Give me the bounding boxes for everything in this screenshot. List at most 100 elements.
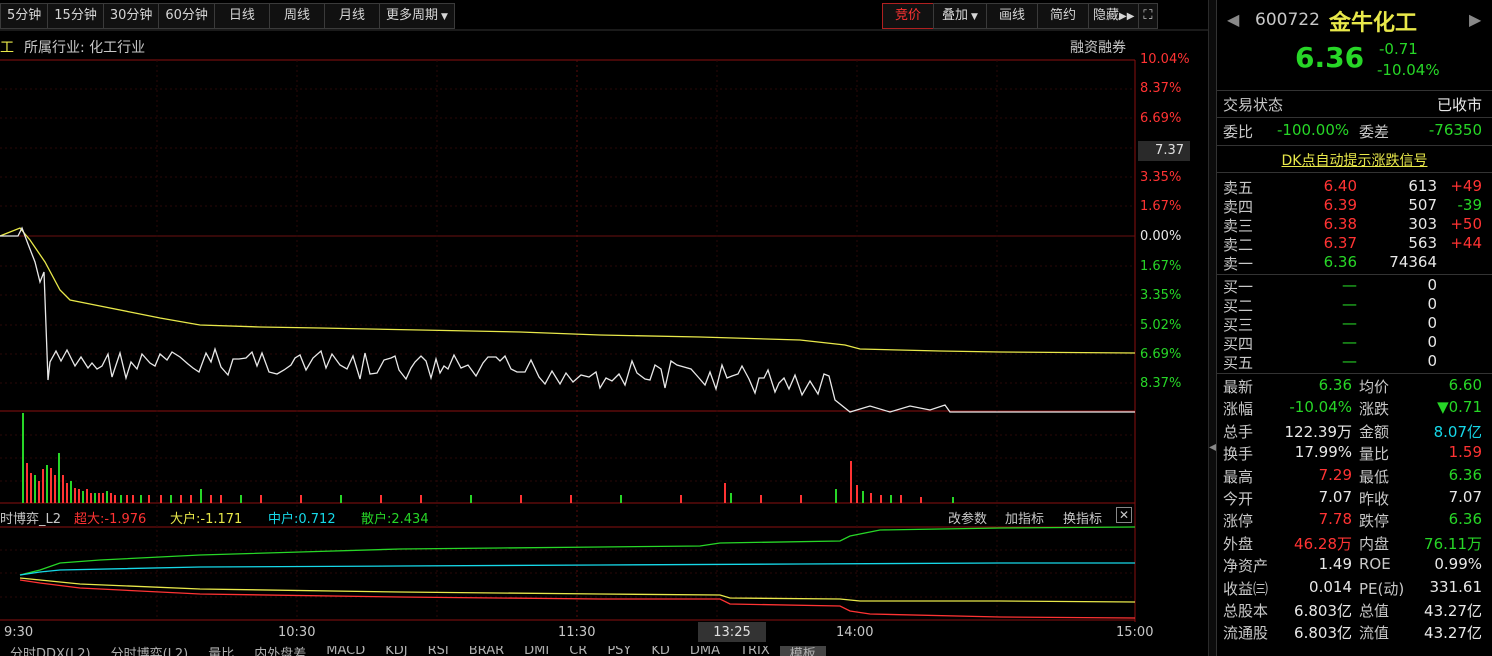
volume-bar	[106, 491, 108, 503]
bid-price: —	[1342, 276, 1357, 294]
volume-bar	[50, 468, 52, 503]
volume-bar	[120, 495, 122, 503]
bid-label: 买五	[1223, 354, 1254, 372]
stat-label: 均价	[1359, 378, 1390, 396]
stat-value: 0.014	[1309, 577, 1352, 596]
volume-bar	[140, 495, 142, 503]
close-icon[interactable]: ✕	[1116, 507, 1132, 523]
volume-bar	[54, 475, 56, 503]
dk-signal-link[interactable]: DK点自动提示涨跌信号	[1217, 150, 1492, 170]
switch-indicator-button[interactable]: 换指标	[1063, 508, 1102, 527]
stat-value: 7.78	[1318, 510, 1352, 529]
tab-indicator[interactable]: RSI	[418, 646, 459, 656]
stat-label: 总值	[1359, 602, 1390, 620]
volume-bar	[880, 495, 882, 503]
order-ratio-value: -100.00%	[1277, 121, 1350, 139]
stat-label: 流通股	[1223, 624, 1269, 643]
stat-value: 6.60	[1448, 376, 1482, 394]
stat-value: ▼0.71	[1437, 398, 1482, 417]
tab-indicator[interactable]: 分时博弈(L2)	[101, 646, 199, 656]
volume-bar	[114, 495, 116, 503]
ask-price: 6.36	[1323, 253, 1357, 271]
stat-label: 涨幅	[1223, 400, 1254, 419]
volume-bar	[220, 495, 222, 503]
tab-indicator[interactable]: 量比	[198, 646, 244, 656]
divider	[1217, 373, 1492, 374]
stat-value: 43.27亿	[1424, 602, 1482, 620]
stat-label: 换手	[1223, 445, 1254, 464]
tab-indicator[interactable]: CR	[559, 646, 597, 656]
stat-row: 涨幅 -10.04% 涨跌 ▼0.71	[1223, 398, 1482, 418]
volume-bar	[890, 495, 892, 503]
quote-panel: ◀ 600722 金牛化工 ▶ 6.36 -0.71 -10.04% 交易状态 …	[1216, 0, 1492, 656]
tab-template[interactable]: 模板	[779, 646, 826, 656]
stat-value: 6.36	[1448, 465, 1482, 484]
trade-status-row: 交易状态 已收市	[1223, 94, 1482, 114]
time-label: 15:00	[1116, 625, 1154, 640]
indicator-name: 时博弈_L2	[0, 512, 62, 527]
ask-qty: 74364	[1389, 253, 1437, 271]
tab-indicator[interactable]: PSY	[597, 646, 641, 656]
price-change: -0.71	[1379, 40, 1418, 58]
bid-qty: 0	[1427, 352, 1437, 370]
indicator-super-large: 超大:-1.976	[74, 512, 147, 527]
pct-label-up: 8.37%	[1140, 81, 1182, 96]
add-indicator-button[interactable]: 加指标	[1005, 508, 1044, 527]
volume-bar	[74, 488, 76, 503]
stat-value: 122.39万	[1284, 422, 1353, 441]
stat-row: 换手 17.99% 量比 1.59	[1223, 443, 1482, 463]
stat-value: 331.61	[1429, 577, 1483, 596]
bid-price: —	[1342, 333, 1357, 351]
volume-bar	[82, 491, 84, 503]
order-ratio-row: 委比 -100.00% 委差 -76350	[1223, 121, 1482, 141]
ask-row: 卖一 6.36 74364	[1223, 253, 1482, 273]
pct-label-down: 8.37%	[1140, 376, 1182, 391]
volume-bar	[470, 495, 472, 503]
stock-code: 600722	[1255, 10, 1320, 30]
tab-indicator[interactable]: TRIX	[730, 646, 780, 656]
ask-delta: -39	[1457, 196, 1483, 214]
order-diff-label: 委差	[1359, 123, 1390, 141]
volume-bar	[38, 481, 40, 503]
volume-bar	[180, 495, 182, 503]
bid-qty: 0	[1427, 295, 1437, 313]
pct-label-down: 5.02%	[1140, 318, 1182, 333]
tab-indicator[interactable]: KDJ	[375, 646, 417, 656]
last-price: 6.36	[1295, 41, 1365, 74]
prev-stock-icon[interactable]: ◀	[1227, 10, 1239, 29]
volume-bar	[240, 495, 242, 503]
pct-label-up: 3.35%	[1140, 170, 1182, 185]
stat-row: 外盘 46.28万 内盘 76.11万	[1223, 533, 1482, 553]
tab-indicator[interactable]: 内外盘差	[244, 646, 316, 656]
volume-bar	[42, 469, 44, 503]
intraday-chart[interactable]	[0, 0, 1216, 656]
bid-qty: 0	[1427, 276, 1437, 294]
volume-bar	[62, 475, 64, 503]
tab-indicator[interactable]: BRAR	[459, 646, 514, 656]
volume-bar	[952, 497, 954, 503]
time-label: 11:30	[558, 625, 596, 640]
stat-label: 收益㈢	[1223, 579, 1269, 598]
edit-params-button[interactable]: 改参数	[948, 508, 987, 527]
pct-label-up: 1.67%	[1140, 199, 1182, 214]
tab-indicator[interactable]: DMI	[514, 646, 559, 656]
volume-bar	[920, 497, 922, 503]
volume-bar	[856, 485, 858, 503]
volume-bar	[680, 495, 682, 503]
stat-label: 跌停	[1359, 512, 1390, 531]
volume-bar	[730, 493, 732, 503]
divider	[1217, 172, 1492, 173]
bid-row: 买四 — 0	[1223, 333, 1482, 353]
volume-bar	[380, 495, 382, 503]
tab-indicator[interactable]: 分时DDX(L2)	[0, 646, 101, 656]
tab-indicator[interactable]: DMA	[680, 646, 730, 656]
volume-bar	[800, 495, 802, 503]
ask-qty: 303	[1408, 215, 1437, 233]
bid-row: 买二 — 0	[1223, 295, 1482, 315]
pct-label-down: 3.35%	[1140, 288, 1182, 303]
stat-row: 涨停 7.78 跌停 6.36	[1223, 510, 1482, 530]
next-stock-icon[interactable]: ▶	[1469, 10, 1481, 29]
panel-splitter[interactable]	[1208, 0, 1216, 656]
tab-indicator[interactable]: KD	[641, 646, 680, 656]
tab-indicator[interactable]: MACD	[316, 646, 375, 656]
